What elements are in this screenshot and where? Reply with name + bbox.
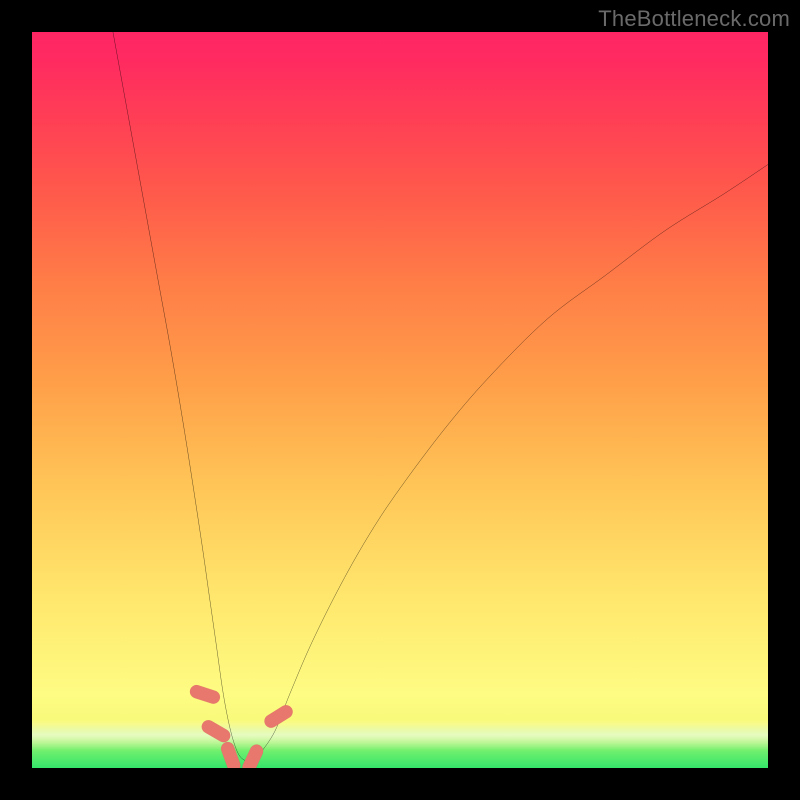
curve-markers bbox=[188, 683, 295, 768]
curve-marker bbox=[188, 683, 221, 705]
curve-marker bbox=[262, 703, 295, 731]
curve-layer bbox=[32, 32, 768, 768]
curve-marker bbox=[199, 718, 232, 745]
chart-frame: TheBottleneck.com bbox=[0, 0, 800, 800]
curve-marker bbox=[219, 740, 242, 768]
plot-area bbox=[32, 32, 768, 768]
watermark-text: TheBottleneck.com bbox=[598, 6, 790, 32]
bottleneck-curve bbox=[113, 32, 768, 762]
curve-marker bbox=[240, 742, 265, 768]
